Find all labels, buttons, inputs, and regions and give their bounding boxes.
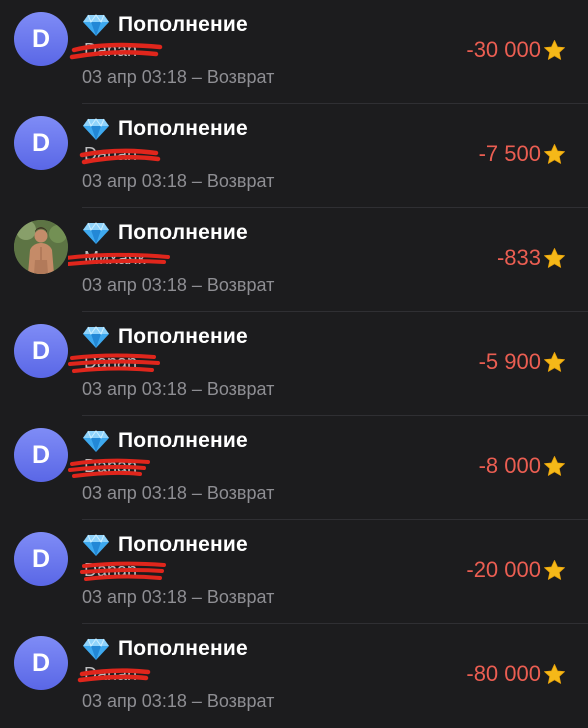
transaction-title: Пополнение (82, 322, 248, 352)
diamond-icon (83, 430, 109, 452)
transaction-amount: -30 000 (466, 36, 566, 64)
sender-name: Михаяк (68, 246, 192, 272)
avatar-letter: D (31, 336, 51, 365)
star-icon (544, 663, 565, 684)
transaction-row[interactable]: D Пополнение Danan 03 апр 03:18 – Возвра… (0, 312, 588, 416)
sender-name: Danan (77, 662, 192, 688)
sender-name: Danan (69, 38, 192, 64)
transaction-row[interactable]: D Пополнение Danan 03 апр 03:18 – Возвра… (0, 104, 588, 208)
redaction-scribble (80, 561, 166, 581)
avatar: D (14, 636, 68, 690)
transaction-title: Пополнение (82, 426, 248, 456)
transaction-amount: -20 000 (466, 556, 566, 584)
diamond-icon (83, 14, 109, 36)
transaction-meta: 03 апр 03:18 – Возврат (82, 483, 275, 503)
avatar-letter: D (31, 24, 51, 53)
avatar: D (14, 532, 68, 586)
diamond-icon (83, 118, 109, 140)
transaction-title: Пополнение (82, 114, 248, 144)
transaction-meta: 03 апр 03:18 – Возврат (82, 691, 275, 711)
star-icon (544, 143, 565, 164)
transaction-row[interactable]: D Пополнение Danan 03 апр 03:18 – Возвра… (0, 624, 588, 728)
avatar (14, 220, 68, 274)
title-text: Пополнение (118, 533, 248, 556)
diamond-icon (83, 638, 109, 660)
transaction-amount: -80 000 (466, 660, 566, 688)
diamond-icon (83, 222, 109, 244)
transaction-meta: 03 апр 03:18 – Возврат (82, 587, 275, 607)
transaction-list: D Пополнение Danan 03 апр 03:18 – Возвра… (0, 0, 588, 728)
transaction-meta: 03 апр 03:18 – Возврат (82, 275, 275, 295)
star-icon (544, 39, 565, 60)
avatar-letter: D (31, 648, 51, 677)
redaction-scribble (79, 148, 161, 165)
transaction-row[interactable]: D Пополнение Danan 03 апр 03:18 – Возвра… (0, 520, 588, 624)
avatar: D (14, 116, 68, 170)
diamond-icon (83, 534, 109, 556)
star-icon (544, 455, 565, 476)
amount-value: -8 000 (478, 453, 541, 478)
transaction-amount: -8 000 (479, 452, 566, 480)
amount-value: -7 500 (478, 141, 541, 166)
avatar-letter: D (31, 544, 51, 573)
sender-name: Danan (80, 558, 192, 584)
transaction-title: Пополнение (82, 634, 248, 664)
transaction-meta: 03 апр 03:18 – Возврат (82, 379, 275, 399)
redaction-scribble (69, 42, 163, 60)
transaction-amount: -5 900 (479, 348, 566, 376)
transaction-title: Пополнение (82, 10, 248, 40)
title-text: Пополнение (118, 221, 248, 244)
transaction-row[interactable]: Пополнение Михаяк 03 апр 03:18 – Возврат… (0, 208, 588, 312)
title-text: Пополнение (118, 637, 248, 660)
amount-value: -833 (496, 245, 541, 270)
amount-value: -5 900 (478, 349, 541, 374)
sender-name: Danan (68, 350, 192, 376)
title-text: Пополнение (118, 13, 248, 36)
star-icon (544, 559, 565, 580)
title-text: Пополнение (118, 325, 248, 348)
transaction-title: Пополнение (82, 530, 248, 560)
redaction-scribble (68, 252, 170, 266)
title-text: Пополнение (118, 117, 248, 140)
transaction-row[interactable]: D Пополнение Danan 03 апр 03:18 – Возвра… (0, 416, 588, 520)
star-icon (544, 351, 565, 372)
transaction-meta: 03 апр 03:18 – Возврат (82, 171, 275, 191)
title-text: Пополнение (118, 429, 248, 452)
avatar-photo (14, 220, 68, 274)
redaction-scribble (68, 353, 160, 373)
star-icon (544, 247, 565, 268)
amount-value: -80 000 (466, 661, 541, 686)
transaction-meta: 03 апр 03:18 – Возврат (82, 67, 275, 87)
amount-value: -20 000 (466, 557, 541, 582)
transaction-title: Пополнение (82, 218, 248, 248)
transaction-amount: -833 (497, 244, 566, 272)
avatar: D (14, 12, 68, 66)
sender-name: Danan (68, 454, 192, 480)
diamond-icon (83, 326, 109, 348)
avatar: D (14, 324, 68, 378)
redaction-scribble (77, 668, 151, 683)
transaction-row[interactable]: D Пополнение Danan 03 апр 03:18 – Возвра… (0, 0, 588, 104)
amount-value: -30 000 (466, 37, 541, 62)
avatar-letter: D (31, 128, 51, 157)
redaction-scribble (68, 458, 150, 478)
sender-name: Danan (79, 142, 192, 168)
avatar: D (14, 428, 68, 482)
transaction-amount: -7 500 (479, 140, 566, 168)
avatar-letter: D (31, 440, 51, 469)
